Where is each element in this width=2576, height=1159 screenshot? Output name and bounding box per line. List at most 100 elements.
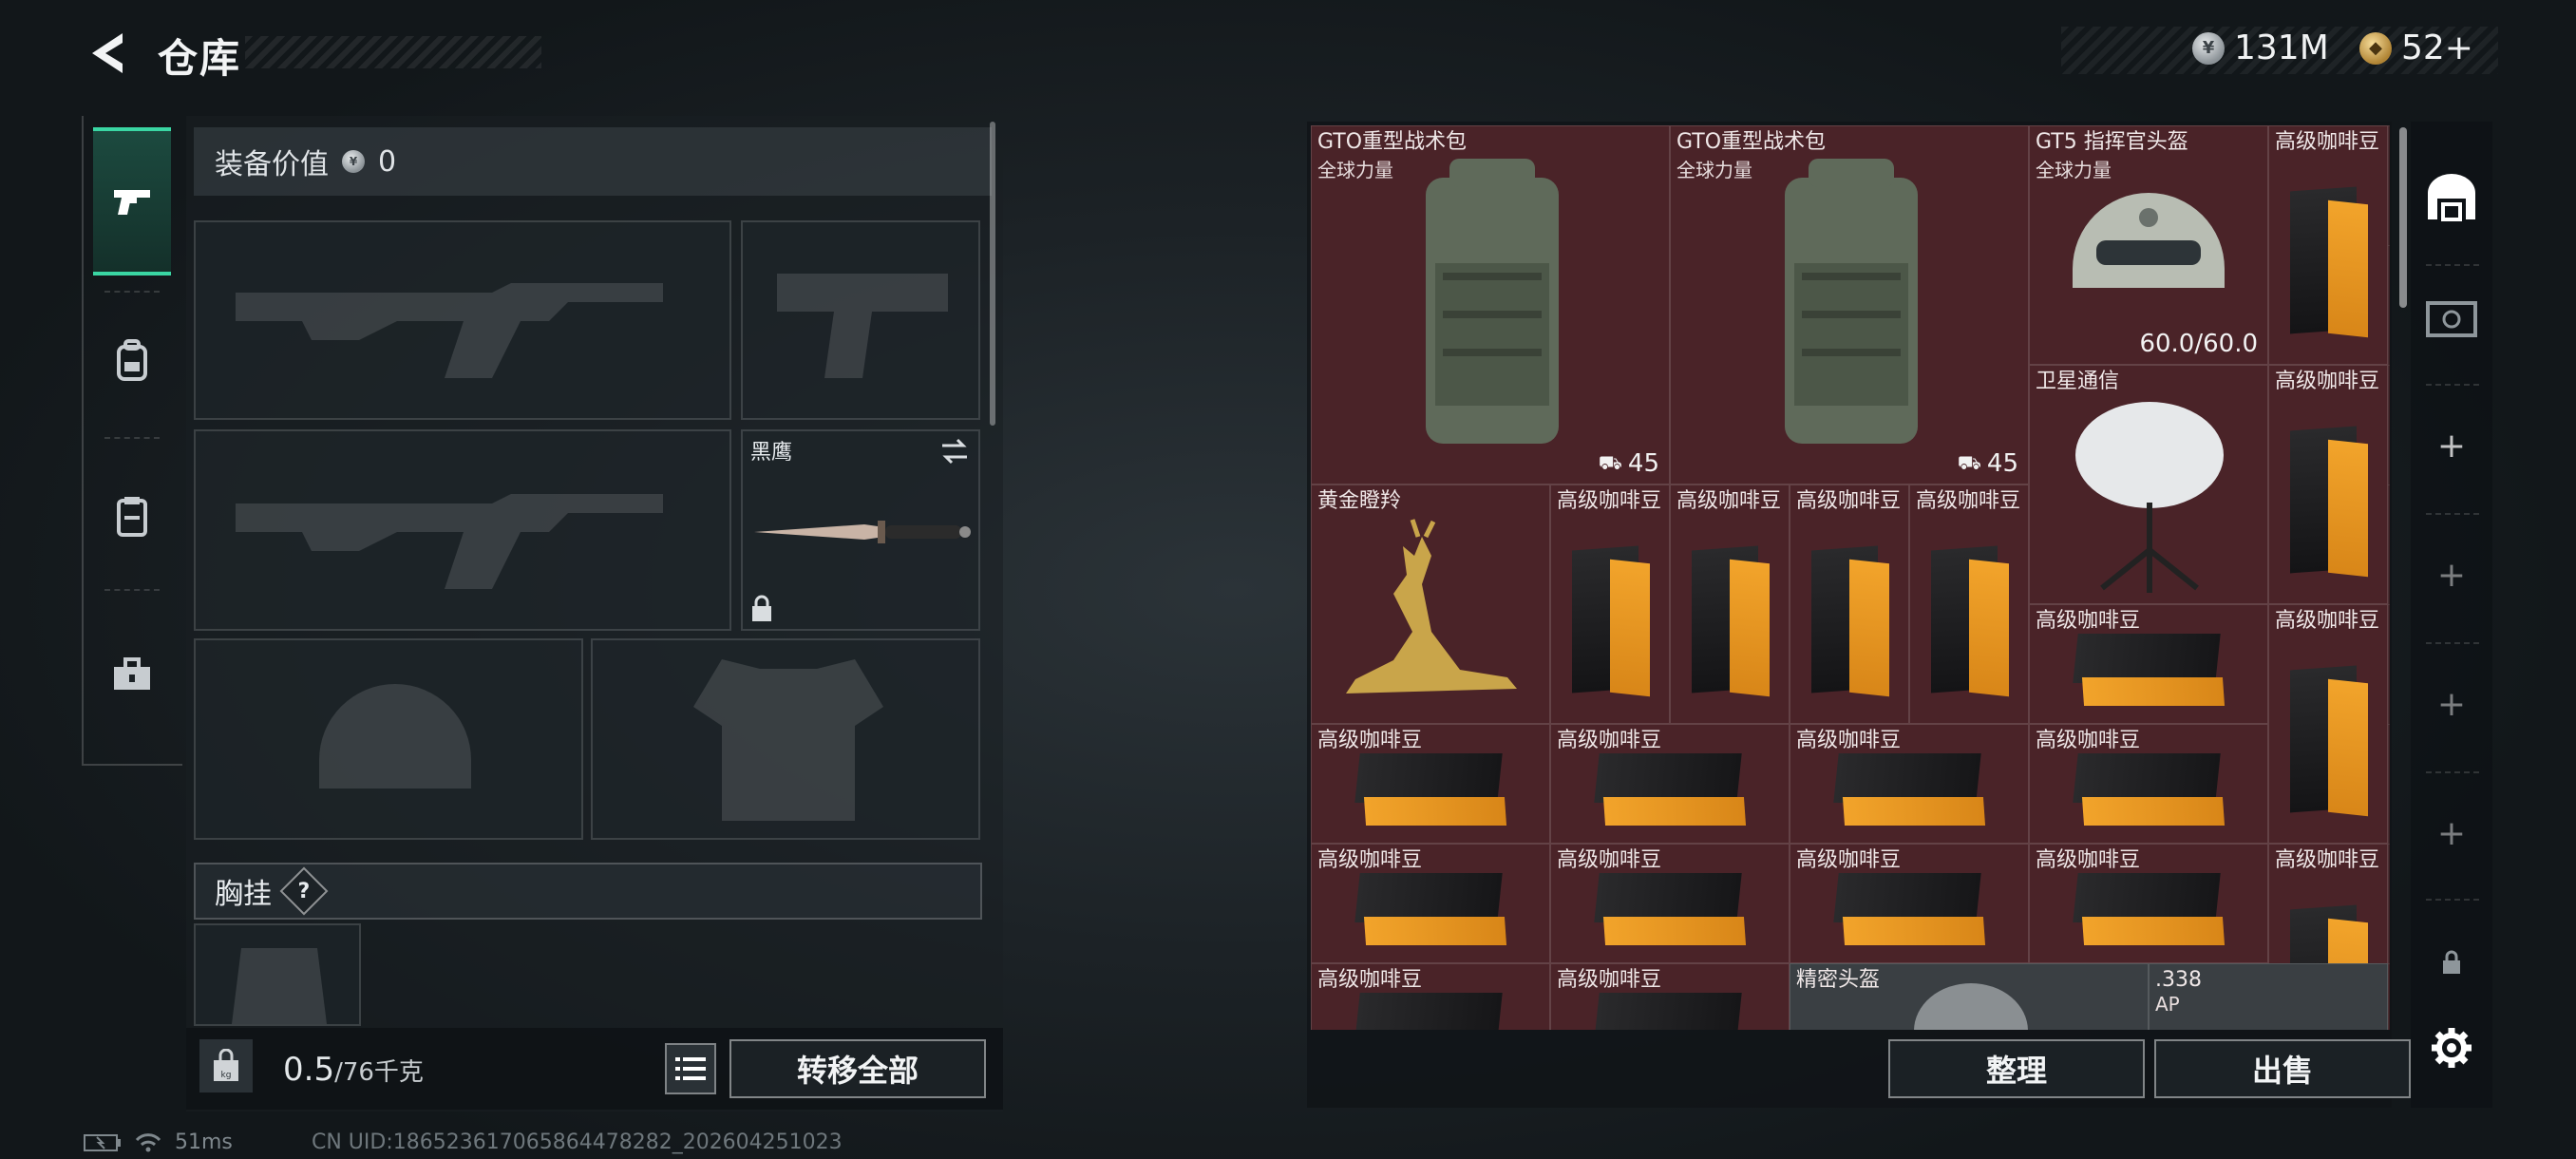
melee-name: 黑鹰 — [750, 441, 793, 465]
coffee-bag-icon — [1806, 539, 1895, 700]
stash-item-coffee[interactable]: 高级咖啡豆 — [1790, 484, 1909, 724]
coffee-bag-icon — [1357, 753, 1509, 829]
settings-button[interactable] — [2413, 1007, 2491, 1089]
page-title: 仓库 — [158, 35, 242, 82]
nav-toolbox-tab[interactable] — [93, 600, 171, 749]
gazelle-statue-icon — [1346, 519, 1517, 694]
coffee-bag-icon — [1925, 539, 2015, 700]
stash-scrollbar[interactable] — [2399, 127, 2407, 308]
stash-tab-main[interactable] — [2413, 133, 2491, 260]
satellite-dish-icon — [2075, 402, 2224, 593]
stash-item-coffee[interactable]: 高级咖啡豆 — [1670, 484, 1790, 724]
stash-item-satellite[interactable]: 卫星通信 — [2029, 365, 2268, 604]
coffee-bag-icon — [1597, 873, 1749, 949]
stash-item-golden-gazelle[interactable]: 黄金瞪羚 — [1311, 484, 1550, 724]
stash-tab-secondary[interactable] — [2413, 255, 2491, 382]
helmet-slot[interactable] — [194, 638, 583, 840]
add-tab-button[interactable]: + — [2413, 640, 2491, 768]
melee-slot[interactable]: 黑鹰 — [741, 429, 980, 631]
gold-currency[interactable]: ◆ 52+ — [2359, 28, 2473, 67]
secondary-weapon-slot[interactable] — [194, 429, 731, 631]
coffee-bag-icon — [1836, 873, 1988, 949]
plus-icon: + — [2436, 684, 2467, 724]
wifi-icon — [135, 1132, 161, 1151]
case-icon — [2426, 301, 2477, 337]
equipment-value: 0 — [378, 144, 397, 179]
stash-item-precision-helmet[interactable]: 精密头盔 — [1790, 963, 2149, 1030]
rig-icon — [117, 497, 147, 537]
pistol-silhouette-icon — [777, 274, 948, 378]
chest-rig-slot[interactable] — [194, 923, 361, 1026]
nav-backpack-tab[interactable] — [93, 287, 171, 435]
swap-icon[interactable] — [938, 437, 971, 466]
coffee-bag-icon — [1357, 873, 1509, 949]
stash-item-coffee[interactable]: 高级咖啡豆 — [2268, 365, 2388, 604]
stash-item-backpack[interactable]: GTO重型战术包 全球力量 ⛟ 45 — [1311, 125, 1670, 484]
stash-item-coffee[interactable]: 高级咖啡豆 — [1909, 484, 2029, 724]
stash-item-coffee[interactable]: 高级咖啡豆 — [1311, 724, 1550, 844]
sell-button[interactable]: 出售 — [2154, 1039, 2411, 1098]
nav-weapons-tab[interactable] — [93, 127, 171, 276]
capacity-icon: ⛟ — [1957, 450, 1981, 474]
add-tab-button[interactable]: + — [2413, 511, 2491, 638]
stash-item-helmet[interactable]: GT5 指挥官头盔 全球力量 60.0/60.0 — [2029, 125, 2268, 365]
body-armor-slot[interactable] — [591, 638, 980, 840]
stash-item-coffee[interactable]: 高级咖啡豆 — [2029, 604, 2268, 724]
silver-currency[interactable]: ¥ 131M — [2192, 28, 2329, 67]
coffee-bag-icon — [1357, 993, 1509, 1030]
status-bar: 51ms — [84, 1130, 233, 1154]
add-tab-button[interactable]: + — [2413, 382, 2491, 509]
coffee-bag-icon — [2075, 873, 2227, 949]
coffee-bag-icon — [1597, 753, 1749, 829]
coffee-bag-icon — [2284, 180, 2374, 341]
back-button[interactable] — [80, 27, 133, 80]
nav-rig-tab[interactable] — [93, 443, 171, 591]
rifle-silhouette-icon — [236, 283, 663, 378]
organize-button[interactable]: 整理 — [1888, 1039, 2145, 1098]
add-tab-button[interactable]: + — [2413, 770, 2491, 897]
stash-item-backpack[interactable]: GTO重型战术包 全球力量 ⛟ 45 — [1670, 125, 2029, 484]
stash-item-coffee[interactable]: 高级咖啡豆 — [2268, 604, 2388, 844]
battery-icon — [84, 1133, 121, 1151]
toolbox-icon — [114, 657, 150, 690]
rifle-silhouette-icon — [236, 494, 663, 589]
pistol-slot[interactable] — [741, 220, 980, 420]
stash-item-coffee[interactable]: 高级咖啡豆 — [1311, 844, 1550, 963]
chest-rig-header: 胸挂 ? — [194, 863, 982, 920]
stash-item-coffee[interactable]: 高级咖啡豆 — [1311, 963, 1550, 1030]
coffee-bag-icon — [1836, 753, 1988, 829]
helmet-icon — [2073, 193, 2225, 288]
capacity-icon: ⛟ — [1598, 450, 1622, 474]
transfer-all-button[interactable]: 转移全部 — [729, 1039, 986, 1098]
stash-item-coffee[interactable]: 高级咖啡豆 — [2029, 844, 2268, 963]
knife-icon — [754, 521, 971, 543]
ping-text: 51ms — [175, 1130, 233, 1154]
stash-item-coffee[interactable]: 高级咖啡豆 — [1550, 963, 1790, 1030]
stash-item-coffee[interactable]: 高级咖啡豆 — [1550, 724, 1790, 844]
stash-item-coffee[interactable]: 高级咖啡豆 — [1550, 484, 1670, 724]
carry-weight: 0.5/76千克 — [283, 1051, 424, 1089]
equipment-scrollbar[interactable] — [990, 122, 995, 426]
coffee-bag-icon — [2284, 658, 2374, 820]
list-icon — [675, 1057, 706, 1080]
silver-coin-icon: ¥ — [2192, 31, 2225, 65]
stash-item-ammo-338[interactable]: .338 AP — [2149, 963, 2388, 1030]
coffee-bag-icon — [2075, 634, 2227, 710]
coffee-bag-icon — [1566, 539, 1656, 700]
stash-item-coffee[interactable]: 高级咖啡豆 — [2268, 125, 2388, 365]
weight-icon: kg — [199, 1039, 253, 1092]
stash-item-coffee[interactable]: 高级咖啡豆 — [2029, 724, 2268, 844]
stash-item-coffee[interactable]: 高级咖啡豆 — [1550, 844, 1790, 963]
gear-icon — [2432, 1028, 2472, 1068]
stash-item-coffee[interactable]: 高级咖啡豆 — [1790, 844, 2029, 963]
stash-item-coffee[interactable]: 高级咖啡豆 — [1790, 724, 2029, 844]
nav-divider — [104, 589, 160, 591]
list-view-button[interactable] — [665, 1043, 716, 1094]
helmet-icon — [1914, 983, 2028, 1030]
help-icon[interactable]: ? — [279, 866, 329, 916]
silver-coin-icon: ¥ — [342, 150, 365, 173]
vest-silhouette-icon — [693, 659, 883, 821]
plus-icon: + — [2436, 555, 2467, 595]
back-arrow-icon — [92, 33, 123, 73]
primary-weapon-slot[interactable] — [194, 220, 731, 420]
